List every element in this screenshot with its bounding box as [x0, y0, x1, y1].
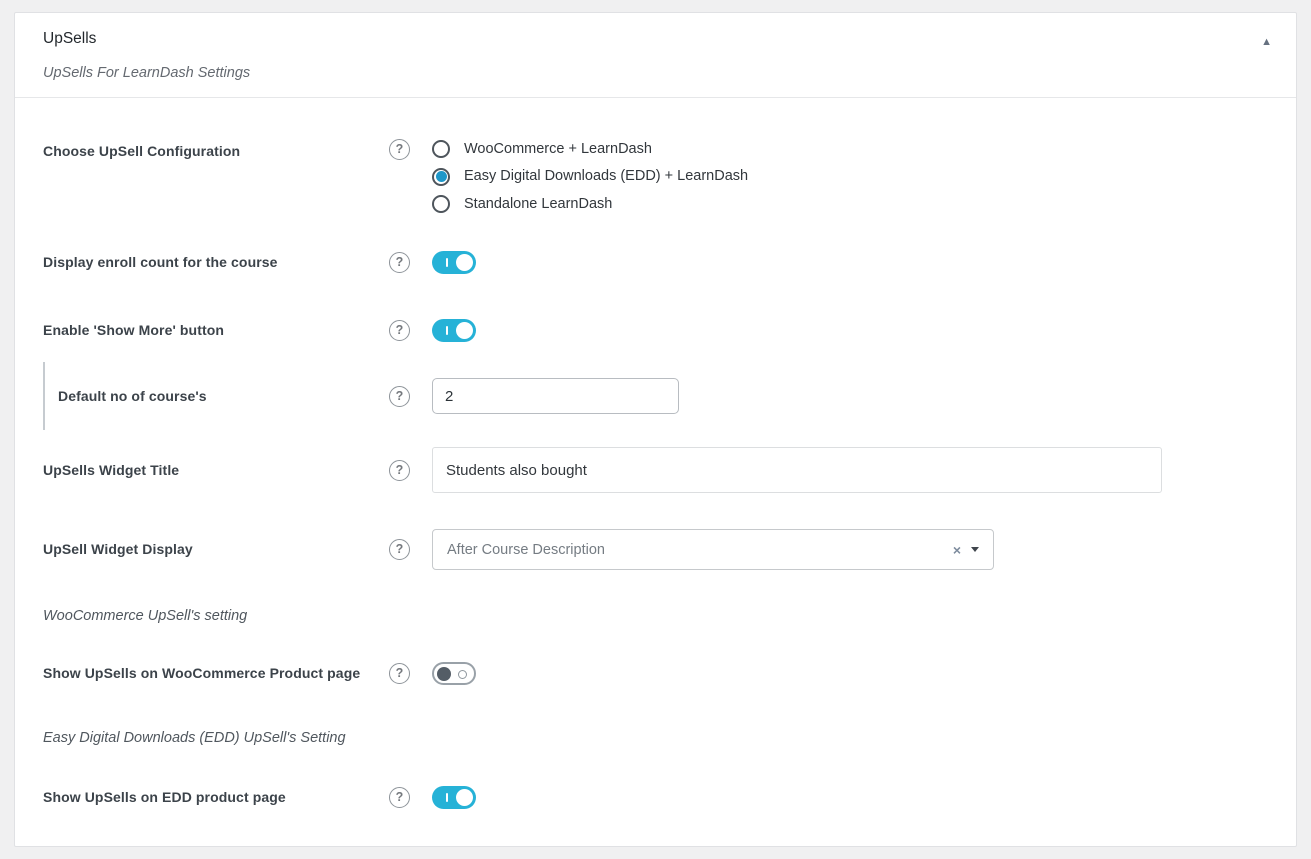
help-icon[interactable]: ?	[389, 460, 410, 481]
radio-option-woocommerce-learndash[interactable]: WooCommerce + LearnDash	[432, 138, 748, 160]
radio-icon[interactable]	[432, 140, 450, 158]
help-icon[interactable]: ?	[389, 663, 410, 684]
panel-header: UpSells ▲ UpSells For LearnDash Settings	[15, 13, 1296, 97]
setting-row-enroll-count: Display enroll count for the course ?	[43, 251, 1268, 274]
radio-option-edd-learndash[interactable]: Easy Digital Downloads (EDD) + LearnDash	[432, 165, 748, 187]
default-courses-label: Default no of course's	[58, 387, 389, 407]
toggle-knob	[456, 789, 473, 806]
widget-display-selected-value: After Course Description	[447, 542, 953, 558]
config-radio-group: WooCommerce + LearnDash Easy Digital Dow…	[432, 138, 748, 215]
help-icon[interactable]: ?	[389, 787, 410, 808]
woocommerce-section-heading: WooCommerce UpSell's setting	[43, 608, 1268, 624]
setting-row-widget-display: UpSell Widget Display ? After Course Des…	[43, 529, 1268, 570]
radio-option-standalone-learndash[interactable]: Standalone LearnDash	[432, 193, 748, 215]
radio-icon[interactable]	[432, 195, 450, 213]
collapse-panel-button[interactable]: ▲	[1261, 37, 1272, 48]
radio-option-label: Easy Digital Downloads (EDD) + LearnDash	[464, 165, 748, 187]
setting-row-edd-show: Show UpSells on EDD product page ?	[43, 786, 1268, 809]
setting-row-show-more: Enable 'Show More' button ?	[43, 319, 1268, 342]
setting-row-config: Choose UpSell Configuration ? WooCommerc…	[43, 138, 1268, 215]
chevron-down-icon[interactable]	[971, 547, 979, 552]
help-icon[interactable]: ?	[389, 252, 410, 273]
panel-title: UpSells	[43, 30, 1268, 48]
panel-subtitle: UpSells For LearnDash Settings	[43, 65, 1268, 97]
radio-option-label: Standalone LearnDash	[464, 193, 612, 215]
help-icon[interactable]: ?	[389, 139, 410, 160]
edd-section-heading: Easy Digital Downloads (EDD) UpSell's Se…	[43, 730, 1268, 746]
setting-row-default-courses: Default no of course's ?	[58, 378, 1268, 414]
clear-selection-icon[interactable]: ×	[953, 543, 961, 557]
help-icon[interactable]: ?	[389, 320, 410, 341]
setting-row-woo-show: Show UpSells on WooCommerce Product page…	[43, 662, 1268, 685]
help-icon[interactable]: ?	[389, 539, 410, 560]
show-more-toggle[interactable]	[432, 319, 476, 342]
toggle-off-ring	[458, 670, 467, 679]
widget-title-input[interactable]	[432, 447, 1162, 493]
panel-body: Choose UpSell Configuration ? WooCommerc…	[15, 98, 1296, 839]
toggle-knob	[456, 254, 473, 271]
widget-title-label: UpSells Widget Title	[43, 461, 389, 481]
enroll-count-toggle[interactable]	[432, 251, 476, 274]
collapse-arrow-icon: ▲	[1261, 36, 1272, 48]
upsells-settings-panel: UpSells ▲ UpSells For LearnDash Settings…	[14, 12, 1297, 847]
widget-display-label: UpSell Widget Display	[43, 540, 389, 560]
setting-row-widget-title: UpSells Widget Title ?	[43, 447, 1268, 493]
radio-option-label: WooCommerce + LearnDash	[464, 138, 652, 160]
edd-show-toggle[interactable]	[432, 786, 476, 809]
help-icon[interactable]: ?	[389, 386, 410, 407]
show-more-label: Enable 'Show More' button	[43, 321, 389, 341]
toggle-knob	[456, 322, 473, 339]
default-courses-input[interactable]	[432, 378, 679, 414]
woo-show-toggle[interactable]	[432, 662, 476, 685]
woo-show-label: Show UpSells on WooCommerce Product page	[43, 664, 389, 684]
enroll-count-label: Display enroll count for the course	[43, 253, 389, 273]
widget-display-select[interactable]: After Course Description ×	[432, 529, 994, 570]
toggle-knob	[437, 667, 451, 681]
radio-icon-selected[interactable]	[432, 168, 450, 186]
config-label: Choose UpSell Configuration	[43, 138, 389, 162]
edd-show-label: Show UpSells on EDD product page	[43, 788, 389, 808]
sub-setting-group: Default no of course's ?	[43, 362, 1268, 430]
